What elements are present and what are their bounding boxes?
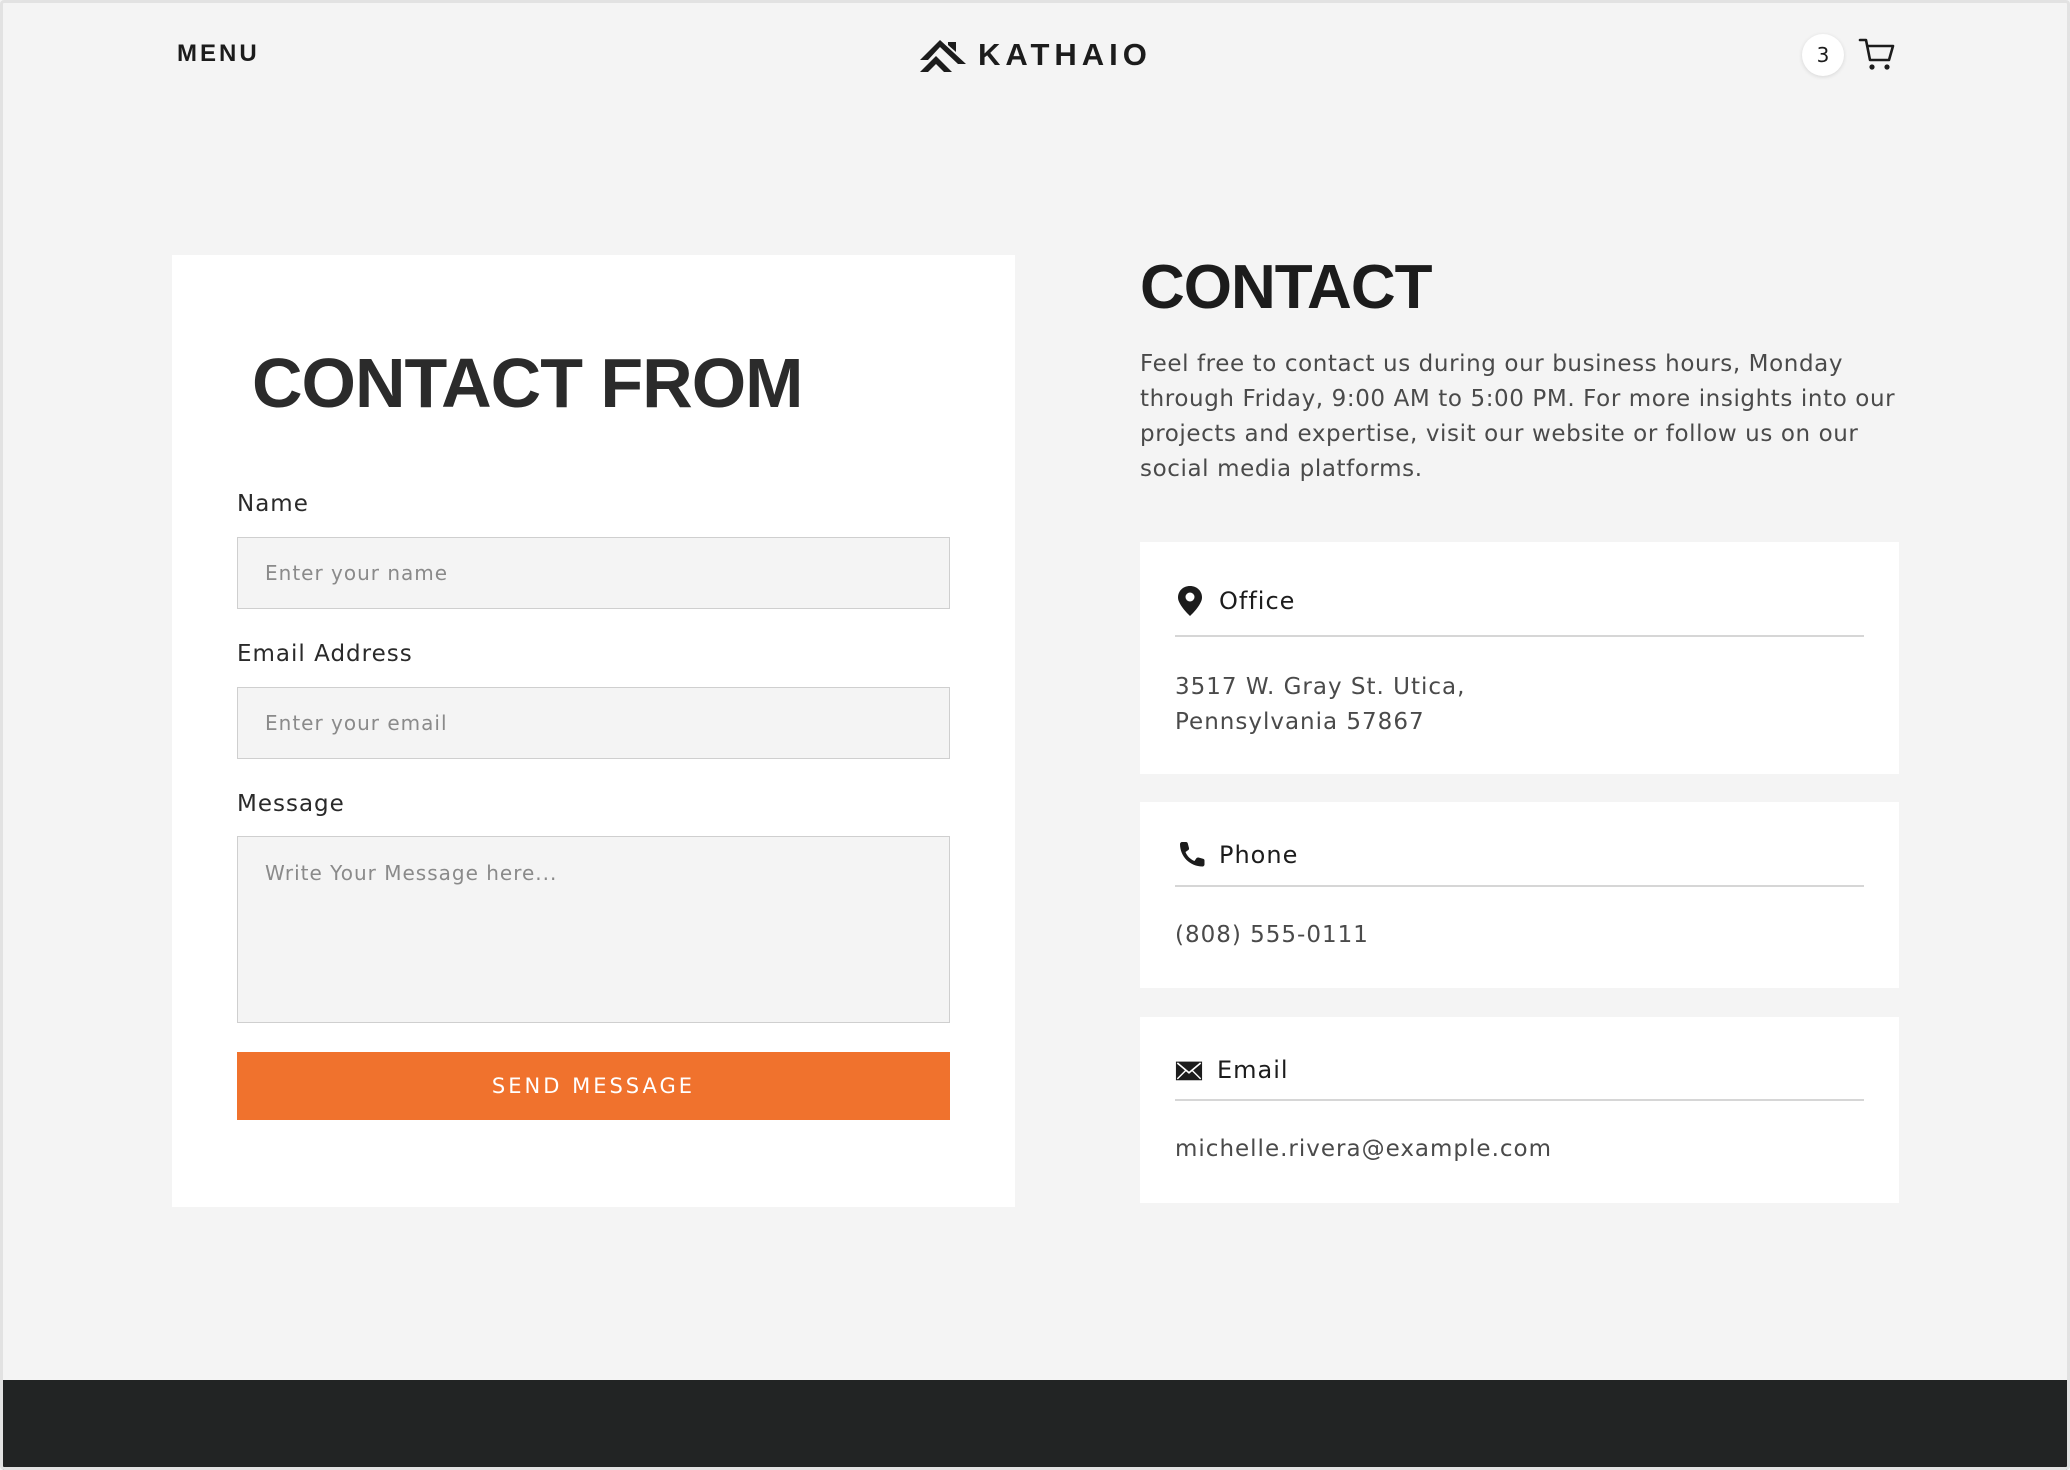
email-divider	[1175, 1099, 1864, 1101]
send-message-button[interactable]: SEND MESSAGE	[237, 1052, 950, 1120]
office-divider	[1175, 635, 1864, 637]
email-label: Email Address	[237, 641, 413, 667]
message-label: Message	[237, 791, 345, 817]
site-header: MENU KATHAIO 3	[0, 0, 2070, 110]
form-title: CONTACT FROM	[252, 344, 803, 422]
cart-count-badge: 3	[1802, 34, 1844, 76]
phone-label: Phone	[1219, 841, 1299, 869]
office-card: Office 3517 W. Gray St. Utica, Pennsylva…	[1140, 542, 1899, 774]
shopping-cart-icon[interactable]	[1858, 36, 1896, 72]
contact-description: Feel free to contact us during our busin…	[1140, 351, 1896, 482]
phone-divider	[1175, 885, 1864, 887]
office-label: Office	[1219, 587, 1296, 615]
office-address: 3517 W. Gray St. Utica, Pennsylvania 578…	[1175, 674, 1466, 735]
contact-form-card: CONTACT FROM Name Email Address Message …	[172, 255, 1015, 1207]
message-textarea[interactable]	[237, 836, 950, 1023]
logo-mark-icon	[920, 40, 966, 72]
email-label: Email	[1217, 1056, 1289, 1084]
name-label: Name	[237, 491, 309, 517]
site-footer	[3, 1380, 2067, 1470]
envelope-icon	[1175, 1061, 1203, 1081]
name-input[interactable]	[237, 537, 950, 609]
email-input[interactable]	[237, 687, 950, 759]
brand-logo[interactable]: KATHAIO	[918, 34, 1152, 76]
office-header: Office	[1175, 584, 1295, 618]
email-header: Email	[1175, 1053, 1289, 1087]
email-address: michelle.rivera@example.com	[1175, 1136, 1552, 1162]
phone-card: Phone (808) 555-0111	[1140, 802, 1899, 988]
phone-icon	[1180, 842, 1205, 867]
email-card: Email michelle.rivera@example.com	[1140, 1017, 1899, 1203]
menu-button[interactable]: MENU	[177, 40, 260, 68]
brand-name: KATHAIO	[978, 37, 1152, 72]
phone-header: Phone	[1175, 838, 1298, 872]
map-pin-icon	[1178, 586, 1202, 616]
phone-number: (808) 555-0111	[1175, 922, 1369, 948]
contact-title: CONTACT	[1140, 253, 1432, 322]
